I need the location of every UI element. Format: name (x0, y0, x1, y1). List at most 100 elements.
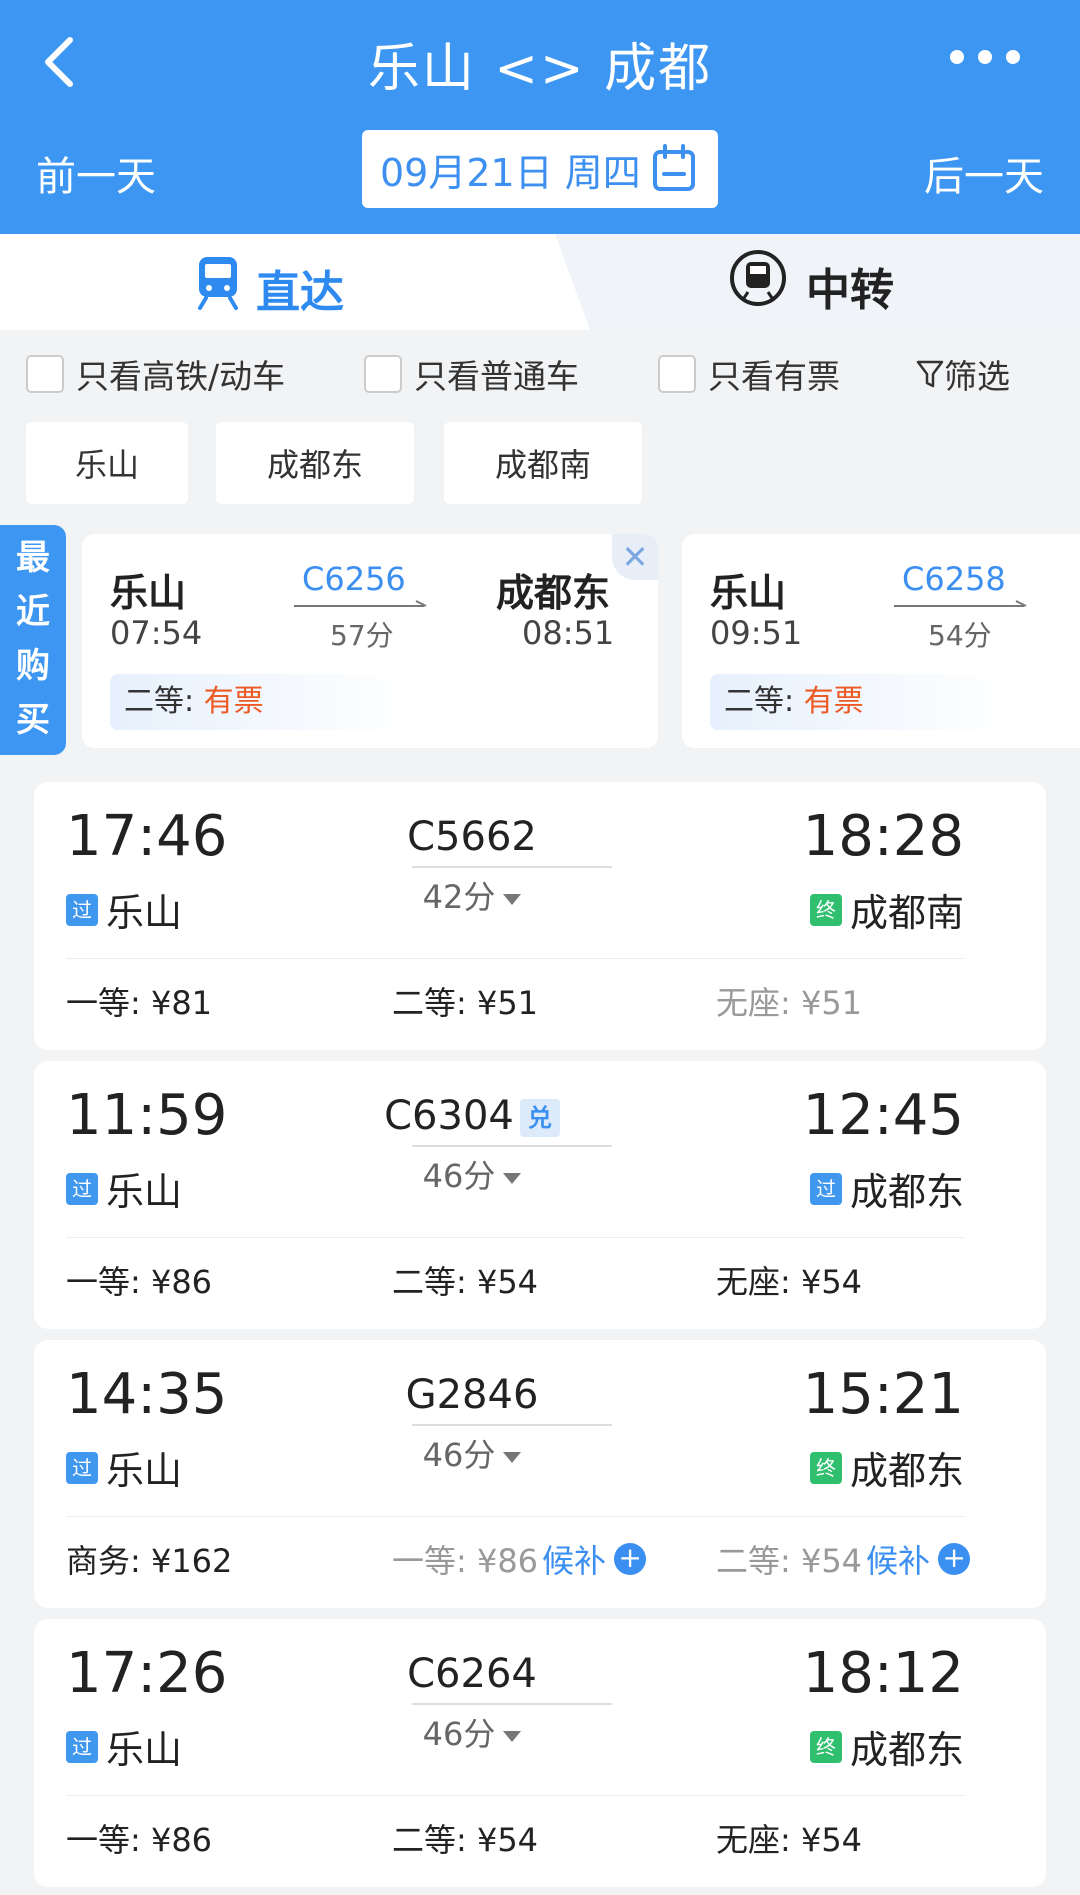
header-bar: 乐山 <> 成都 前一天 09月21日 周四 后一天 (0, 0, 1080, 234)
redeem-badge: 兑 (519, 1099, 560, 1137)
transfer-train-icon (730, 250, 786, 306)
duration-toggle[interactable]: 46分 (352, 1151, 592, 1197)
calendar-icon (653, 144, 695, 191)
duration-toggle[interactable]: 42分 (352, 872, 592, 918)
departure-station: 过乐山 (66, 882, 182, 937)
recent-from-station: 乐山 (110, 571, 187, 615)
arrival-station: 终成都东 (809, 1719, 964, 1774)
duration: 46分 (422, 1157, 496, 1195)
price-first-class-waitlist[interactable]: 一等: ¥86 候补 + (392, 1536, 647, 1582)
next-day-button[interactable]: 后一天 (924, 144, 1044, 202)
price-second-class-waitlist[interactable]: 二等: ¥54 候补 + (716, 1536, 971, 1582)
checkbox-box[interactable] (364, 355, 402, 393)
train-number: C5662 (407, 814, 537, 860)
arrival-station-label: 成都东 (849, 1728, 964, 1772)
seat-class: 二等: (124, 684, 195, 719)
arrival-station: 终成都南 (809, 882, 964, 937)
more-icon[interactable] (950, 50, 1020, 70)
pass-badge: 过 (66, 1451, 98, 1484)
page-title: 乐山 <> 成都 (367, 39, 713, 99)
recent-card[interactable]: 乐山 09:51 C6258 54分 二等: 有票 (682, 534, 1080, 748)
tab-direct-label: 直达 (256, 267, 344, 318)
plus-icon[interactable]: + (938, 1543, 971, 1575)
checkbox-label: 只看有票 (708, 357, 840, 396)
divider (66, 1516, 964, 1517)
train-line-divider (412, 1424, 612, 1428)
recent-dep-time: 09:51 (710, 614, 803, 652)
divider (66, 1795, 964, 1796)
chevron-down-icon (503, 893, 522, 905)
checkbox-box[interactable] (26, 355, 64, 393)
train-card[interactable]: 17:26 C6264 46分 18:12 过乐山 终成都东 一等: ¥86 二… (34, 1619, 1046, 1887)
arrival-time: 18:28 (802, 804, 964, 869)
filter-area: 只看高铁/动车 只看普通车 只看有票 筛选 乐山 成都东 成都南 (0, 330, 1080, 530)
ticket-status: 有票 (203, 684, 264, 719)
departure-station: 过乐山 (66, 1440, 182, 1495)
price-first-class: 一等: ¥86 (66, 1821, 213, 1859)
recent-card[interactable]: 乐山 07:54 C6256 57分 成都东 08:51 二等: 有票 ✕ (82, 534, 658, 748)
checkbox-available[interactable]: 只看有票 (658, 350, 840, 398)
duration-toggle[interactable]: 46分 (352, 1430, 592, 1476)
station-chip-chengdudong[interactable]: 成都东 (216, 422, 414, 504)
price-text: 一等: ¥86 (392, 1542, 539, 1580)
station-chip-leshan[interactable]: 乐山 (26, 422, 188, 504)
prev-day-button[interactable]: 前一天 (36, 144, 156, 202)
tab-direct[interactable]: 直达 (0, 234, 590, 330)
arrow-icon (894, 600, 1027, 607)
departure-time: 14:35 (66, 1362, 228, 1427)
departure-station-label: 乐山 (106, 891, 183, 935)
recent-dep-time: 07:54 (110, 614, 203, 652)
waitlist-label: 候补 (866, 1542, 931, 1580)
pass-badge: 过 (66, 893, 98, 926)
departure-station: 过乐山 (66, 1719, 182, 1774)
duration: 42分 (422, 878, 496, 916)
price-business-class: 商务: ¥162 (66, 1542, 233, 1580)
terminal-badge: 终 (809, 1451, 842, 1484)
recent-seat-info: 二等: 有票 (710, 674, 1010, 730)
train-card[interactable]: 11:59 C6304 兑 46分 12:45 过乐山 过成都东 一等: ¥86 … (34, 1061, 1046, 1329)
arrival-time: 18:12 (802, 1641, 964, 1706)
price-no-seat: 无座: ¥51 (716, 984, 863, 1022)
plus-icon[interactable]: + (614, 1543, 647, 1575)
train-number: C6304 (384, 1093, 514, 1139)
train-line-divider (412, 866, 612, 870)
arrival-time: 12:45 (802, 1083, 964, 1148)
pass-badge: 过 (809, 1172, 842, 1205)
pass-badge: 过 (66, 1730, 98, 1763)
departure-station-label: 乐山 (106, 1449, 183, 1493)
train-card[interactable]: 14:35 G2846 46分 15:21 过乐山 终成都东 商务: ¥162 … (34, 1340, 1046, 1608)
terminal-badge: 终 (809, 893, 842, 926)
duration: 46分 (422, 1436, 496, 1474)
price-no-seat: 无座: ¥54 (716, 1821, 863, 1859)
divider (66, 1237, 964, 1238)
recent-seat-info: 二等: 有票 (110, 674, 410, 730)
seat-class: 二等: (724, 684, 795, 719)
train-card[interactable]: 17:46 C5662 42分 18:28 过乐山 终成都南 一等: ¥81 二… (34, 782, 1046, 1050)
recent-to-station: 成都东 (496, 571, 611, 615)
duration-toggle[interactable]: 46分 (352, 1709, 592, 1755)
price-first-class: 一等: ¥86 (66, 1263, 213, 1301)
arrival-time: 15:21 (802, 1362, 964, 1427)
date-picker[interactable]: 09月21日 周四 (362, 130, 718, 208)
chevron-down-icon (503, 1730, 522, 1742)
close-icon[interactable]: ✕ (612, 534, 658, 580)
arrow-icon (294, 600, 427, 607)
checkbox-label: 只看普通车 (414, 357, 579, 396)
arrival-station: 过成都东 (809, 1161, 964, 1216)
ticket-status: 有票 (803, 684, 864, 719)
filter-label: 筛选 (944, 357, 1010, 396)
checkbox-regular[interactable]: 只看普通车 (364, 350, 579, 398)
duration: 46分 (422, 1715, 496, 1753)
station-chip-chengdunan[interactable]: 成都南 (444, 422, 642, 504)
arrival-station-label: 成都东 (849, 1170, 964, 1214)
checkbox-high-speed[interactable]: 只看高铁/动车 (26, 350, 285, 398)
recent-train-no: C6258 (902, 560, 1006, 598)
filter-button[interactable]: 筛选 (916, 350, 1010, 398)
price-no-seat: 无座: ¥54 (716, 1263, 863, 1301)
departure-time: 17:26 (66, 1641, 228, 1706)
price-second-class: 二等: ¥54 (392, 1821, 539, 1859)
train-icon (198, 257, 238, 310)
checkbox-box[interactable] (658, 355, 696, 393)
arrival-station-label: 成都东 (849, 1449, 964, 1493)
train-number: C6264 (407, 1651, 537, 1697)
